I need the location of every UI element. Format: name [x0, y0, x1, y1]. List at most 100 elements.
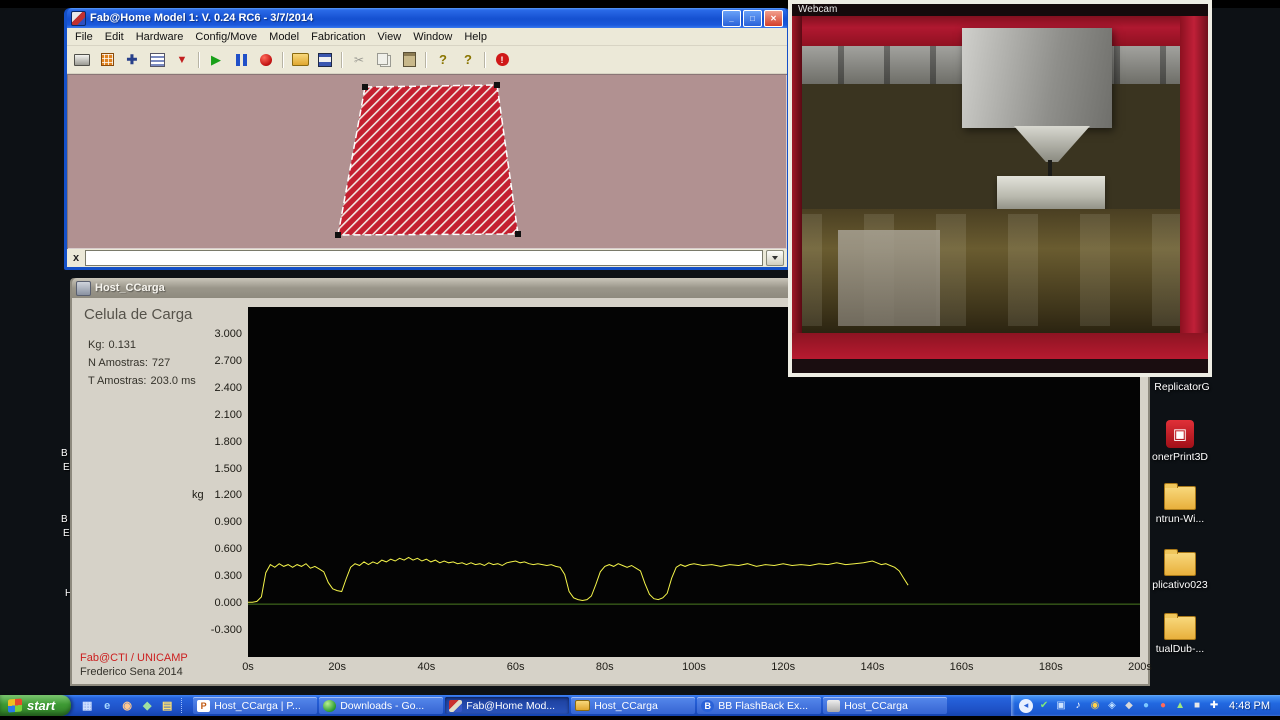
y-tick-label: 1.800 — [214, 435, 242, 448]
cut-icon: ✂ — [353, 52, 365, 67]
menu-item-hardware[interactable]: Hardware — [130, 30, 190, 44]
messenger-tray-icon[interactable]: ● — [1139, 698, 1153, 714]
layers-button[interactable] — [145, 49, 169, 71]
taskbar-task-downloads-go-1[interactable]: Downloads - Go... — [319, 697, 444, 714]
fab-pad-button[interactable] — [95, 49, 119, 71]
y-tick-label: 2.100 — [214, 408, 242, 421]
task-button-label: Downloads - Go... — [340, 699, 425, 712]
y-tick-label: 0.000 — [214, 597, 242, 610]
play-button[interactable]: ▶ — [204, 49, 228, 71]
webcam-window: Webcam — [788, 0, 1212, 377]
internet-explorer-icon[interactable]: e — [99, 698, 115, 714]
model-canvas[interactable] — [67, 74, 787, 249]
globe-task-icon — [323, 699, 337, 712]
command-bar-close-button[interactable]: x — [70, 252, 82, 264]
usb-icon[interactable]: ◆ — [1122, 698, 1136, 714]
battery-icon[interactable]: ■ — [1190, 698, 1204, 714]
display-icon[interactable]: ▣ — [1054, 698, 1068, 714]
fab-window-titlebar[interactable]: Fab@Home Model 1: V. 0.24 RC6 - 3/7/2014… — [67, 8, 787, 28]
antivirus-icon[interactable]: ✔ — [1037, 698, 1051, 714]
metal-block-left — [838, 230, 940, 326]
minimize-button[interactable]: _ — [722, 9, 741, 27]
desktop-icon-tualdub[interactable]: tualDub-... — [1138, 613, 1222, 655]
model-corner-handle[interactable] — [335, 232, 341, 238]
toolbar-separator — [198, 51, 200, 68]
alert-icon[interactable]: ● — [1156, 698, 1170, 714]
taskbar-task-host-ccarga-3[interactable]: Host_CCarga — [571, 697, 696, 714]
toolbar-separator — [282, 51, 284, 68]
letterbox-bottom — [0, 716, 1280, 720]
close-button[interactable]: ✕ — [764, 9, 783, 27]
taskbar-task-bb-flashback-ex-4[interactable]: B BB FlashBack Ex... — [697, 697, 822, 714]
emergency-stop-icon: ! — [495, 53, 509, 66]
menu-item-config-move[interactable]: Config/Move — [189, 30, 263, 44]
media-player-icon[interactable]: ◉ — [119, 698, 135, 714]
taskbar-task-fab-home-mod-2[interactable]: Fab@Home Mod... — [445, 697, 570, 714]
y-tick-label: 2.700 — [214, 354, 242, 367]
export-button[interactable]: ▼ — [170, 49, 194, 71]
fab-menu-bar: File Edit Hardware Config/Move Model Fabricat… — [67, 28, 787, 46]
maximize-button[interactable]: □ — [743, 9, 762, 27]
menu-item-file[interactable]: File — [69, 30, 99, 44]
context-help-button[interactable]: ? — [456, 49, 480, 71]
taskbar-separator — [181, 698, 183, 713]
task-button-label: Fab@Home Mod... — [466, 699, 556, 712]
series-load-cell-kg — [248, 556, 909, 603]
desktop-icon-label: ntrun-Wi... — [1155, 513, 1205, 525]
jog-button[interactable]: ✚ — [120, 49, 144, 71]
folder-virtualdub-icon — [1164, 613, 1196, 640]
menu-item-fabrication[interactable]: Fabrication — [305, 30, 371, 44]
pause-button[interactable] — [229, 49, 253, 71]
y-tick-label: 3.000 — [214, 327, 242, 340]
zonerprint3d-icon: ▣ — [1166, 420, 1194, 448]
command-dropdown-button[interactable] — [766, 250, 784, 266]
scheduler-icon[interactable]: ▲ — [1173, 698, 1187, 714]
desktop-icon-replicatorg[interactable]: ReplicatorG — [1140, 378, 1224, 393]
taskbar-task-host-ccarga-p-0[interactable]: P Host_CCarga | P... — [193, 697, 318, 714]
desktop-icon-ntrun-wi[interactable]: ntrun-Wi... — [1138, 483, 1222, 525]
desktop-icon-onerprint3d[interactable]: ▣ onerPrint3D — [1138, 420, 1222, 463]
explorer-icon[interactable]: ▤ — [159, 698, 175, 714]
sync-icon[interactable]: ✚ — [1207, 698, 1221, 714]
desktop-icon-plicativo023[interactable]: plicativo023 — [1138, 549, 1222, 591]
save-button[interactable] — [313, 49, 337, 71]
model-corner-handle[interactable] — [515, 231, 521, 237]
paste-button[interactable] — [397, 49, 421, 71]
export-icon: ▼ — [176, 53, 188, 66]
print-icon — [74, 53, 90, 66]
tray-expand-button[interactable]: ◂ — [1019, 698, 1034, 713]
x-tick-label: 120s — [771, 661, 796, 673]
command-input[interactable] — [85, 250, 763, 266]
menu-item-window[interactable]: Window — [407, 30, 458, 44]
task-button-label: Host_CCarga — [594, 699, 658, 712]
update-icon[interactable]: ◉ — [1088, 698, 1102, 714]
credit-line-1: Fab@CTI / UNICAMP — [80, 652, 188, 664]
folder-aplicativo-icon — [1164, 549, 1196, 576]
volume-icon[interactable]: ♪ — [1071, 698, 1085, 714]
help-button[interactable]: ? — [431, 49, 455, 71]
open-button[interactable] — [288, 49, 312, 71]
show-desktop-icon[interactable]: ▦ — [79, 698, 95, 714]
x-tick-label: 20s — [328, 661, 347, 673]
taskbar-task-host-ccarga-5[interactable]: Host_CCarga — [823, 697, 948, 714]
print-button[interactable] — [70, 49, 94, 71]
system-tray: ◂ ✔ ▣ ♪ ◉ ◈ ◆ ● ● ▲ ■ ✚ 4:48 PM — [1011, 695, 1280, 716]
messenger-icon[interactable]: ◆ — [139, 698, 155, 714]
model-corner-handle[interactable] — [494, 82, 500, 88]
start-label: start — [27, 698, 56, 713]
menu-item-help[interactable]: Help — [458, 30, 493, 44]
start-button[interactable]: start — [0, 695, 72, 716]
model-polygon[interactable] — [337, 84, 519, 236]
cut-button[interactable]: ✂ — [347, 49, 371, 71]
model-corner-handle[interactable] — [362, 84, 368, 90]
network-icon[interactable]: ◈ — [1105, 698, 1119, 714]
menu-item-edit[interactable]: Edit — [99, 30, 130, 44]
stop-button[interactable] — [254, 49, 278, 71]
emergency-stop-button[interactable]: ! — [490, 49, 514, 71]
paste-icon — [402, 52, 416, 67]
desktop: ReplicatorG ▣ onerPrint3D ntrun-Wi... plicat… — [0, 0, 1280, 720]
fab-window-title: Fab@Home Model 1: V. 0.24 RC6 - 3/7/2014 — [90, 12, 314, 24]
menu-item-view[interactable]: View — [372, 30, 408, 44]
copy-button[interactable] — [372, 49, 396, 71]
menu-item-model[interactable]: Model — [263, 30, 305, 44]
